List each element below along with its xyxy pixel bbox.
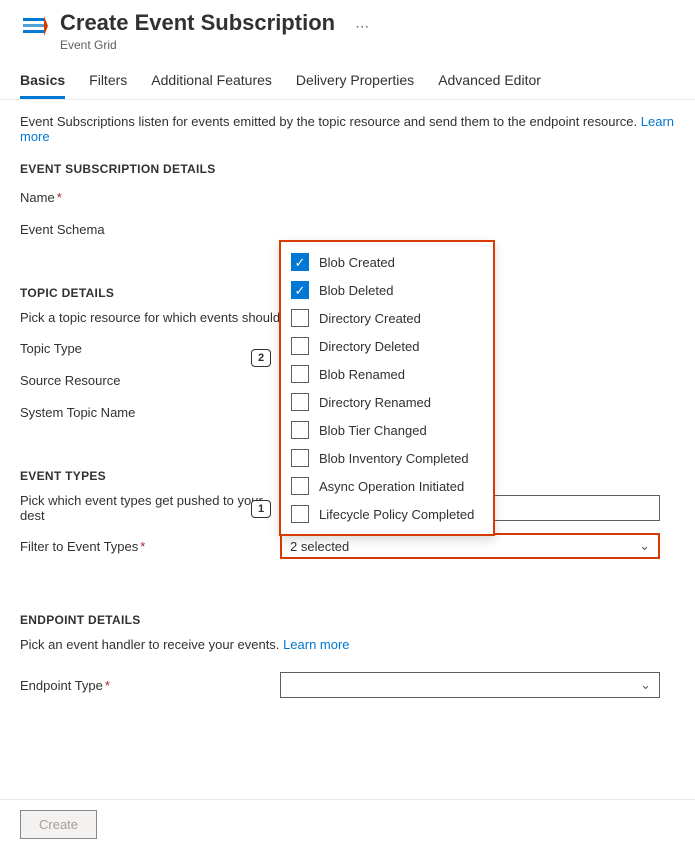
event-types-desc: Pick which event types get pushed to you… [20,493,280,523]
option-blob-created[interactable]: Blob Created [285,248,489,276]
intro-text: Event Subscriptions listen for events em… [20,114,675,144]
tab-filters[interactable]: Filters [89,66,127,99]
option-async-operation-initiated[interactable]: Async Operation Initiated [285,472,489,500]
event-schema-label: Event Schema [20,222,280,237]
section-endpoint-heading: ENDPOINT DETAILS [20,613,675,627]
checkbox-icon [291,449,309,467]
create-button[interactable]: Create [20,810,97,839]
checkbox-icon [291,253,309,271]
more-actions-button[interactable]: ⋯ [355,18,369,35]
chevron-down-icon: ⌄ [639,538,650,554]
page-subtitle: Event Grid [60,38,335,52]
topic-type-label: Topic Type [20,341,280,356]
endpoint-type-select[interactable]: ⌄ [280,672,660,698]
checkbox-icon [291,337,309,355]
option-directory-deleted[interactable]: Directory Deleted [285,332,489,360]
option-lifecycle-policy-completed[interactable]: Lifecycle Policy Completed [285,500,489,528]
endpoint-desc: Pick an event handler to receive your ev… [20,637,675,652]
tab-basics[interactable]: Basics [20,66,65,99]
tab-advanced-editor[interactable]: Advanced Editor [438,66,541,99]
filter-event-types-label: Filter to Event Types* [20,539,280,554]
checkbox-icon [291,393,309,411]
chevron-down-icon: ⌄ [640,677,651,693]
option-blob-renamed[interactable]: Blob Renamed [285,360,489,388]
option-blob-tier-changed[interactable]: Blob Tier Changed [285,416,489,444]
tab-bar: Basics Filters Additional Features Deliv… [0,56,695,100]
option-blob-inventory-completed[interactable]: Blob Inventory Completed [285,444,489,472]
checkbox-icon [291,421,309,439]
name-label: Name* [20,190,280,205]
endpoint-learn-more-link[interactable]: Learn more [283,637,349,652]
section-subscription-heading: EVENT SUBSCRIPTION DETAILS [20,162,675,176]
checkbox-icon [291,365,309,383]
endpoint-type-label: Endpoint Type* [20,678,280,693]
source-resource-label: Source Resource [20,373,280,388]
event-grid-icon [20,12,48,40]
checkbox-icon [291,505,309,523]
filter-event-types-select[interactable]: 2 selected ⌄ [280,533,660,559]
event-types-dropdown[interactable]: Blob Created Blob Deleted Directory Crea… [279,240,495,536]
checkbox-icon [291,281,309,299]
option-directory-renamed[interactable]: Directory Renamed [285,388,489,416]
tab-additional-features[interactable]: Additional Features [151,66,272,99]
checkbox-icon [291,309,309,327]
checkbox-icon [291,477,309,495]
system-topic-name-label: System Topic Name [20,405,280,420]
page-title: Create Event Subscription [60,10,335,36]
tab-delivery-properties[interactable]: Delivery Properties [296,66,414,99]
option-directory-created[interactable]: Directory Created [285,304,489,332]
option-blob-deleted[interactable]: Blob Deleted [285,276,489,304]
annotation-badge-2: 2 [251,349,271,367]
annotation-badge-1: 1 [251,500,271,518]
